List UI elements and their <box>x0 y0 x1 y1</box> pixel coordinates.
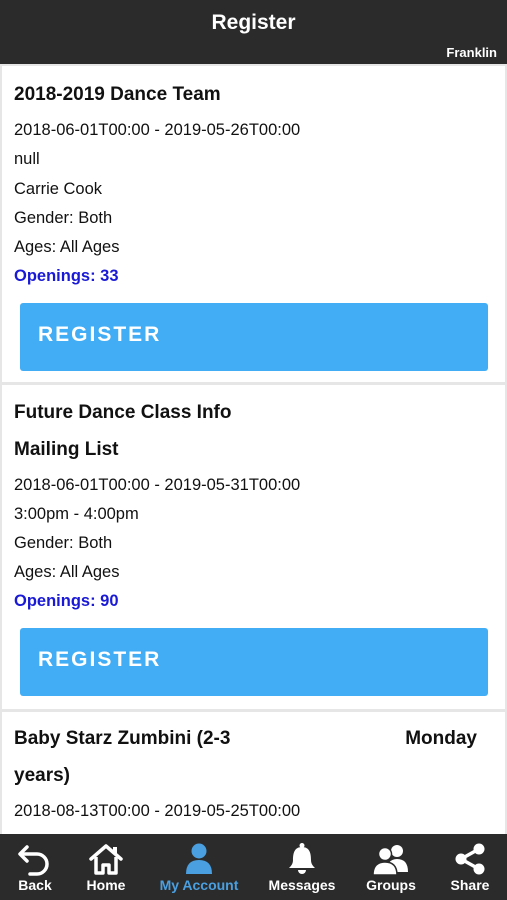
share-icon <box>455 843 485 875</box>
program-day: Monday <box>405 728 477 749</box>
program-list[interactable]: 2018-2019 Dance Team 2018-06-01T00:00 - … <box>0 64 507 834</box>
tab-groups[interactable]: Groups <box>356 834 426 900</box>
tab-share[interactable]: Share <box>440 834 500 900</box>
program-title: Future Dance Class Info <box>14 402 232 423</box>
register-button[interactable]: REGISTER <box>20 628 488 696</box>
bottom-nav: Back Home My Account Messages Groups Sha… <box>0 834 507 900</box>
tab-my-account[interactable]: My Account <box>152 834 246 900</box>
program-card: Future Dance Class Info Mailing List 201… <box>2 385 505 709</box>
program-card: 2018-2019 Dance Team 2018-06-01T00:00 - … <box>2 66 505 382</box>
program-title: Baby Starz Zumbini (2-3 <box>14 728 231 749</box>
program-dates: 2018-06-01T00:00 - 2019-05-26T00:00 <box>14 121 301 139</box>
home-icon <box>89 844 123 875</box>
register-button-label: REGISTER <box>38 323 162 346</box>
program-title-continued: Mailing List <box>14 439 119 460</box>
register-button[interactable]: REGISTER <box>20 303 488 371</box>
page-title: Register <box>211 11 296 34</box>
register-button-label: REGISTER <box>38 648 162 671</box>
tab-messages[interactable]: Messages <box>266 834 338 900</box>
program-openings: Openings: 90 <box>14 592 119 610</box>
back-arrow-icon <box>18 845 49 876</box>
bell-icon <box>289 843 315 874</box>
location-label: Franklin <box>446 45 497 60</box>
groups-icon <box>372 845 408 876</box>
program-ages: Ages: All Ages <box>14 238 120 256</box>
program-title: 2018-2019 Dance Team <box>14 84 221 105</box>
tab-home-label: Home <box>86 877 126 893</box>
program-ages: Ages: All Ages <box>14 563 120 581</box>
tab-back-label: Back <box>18 877 52 893</box>
program-instructor: Carrie Cook <box>14 180 103 198</box>
program-gender: Gender: Both <box>14 209 113 227</box>
tab-share-label: Share <box>450 877 490 893</box>
program-time: 3:00pm - 4:00pm <box>14 505 139 523</box>
program-dates: 2018-08-13T00:00 - 2019-05-25T00:00 <box>14 802 301 820</box>
tab-groups-label: Groups <box>366 877 416 893</box>
program-dates: 2018-06-01T00:00 - 2019-05-31T00:00 <box>14 476 301 494</box>
program-openings: Openings: 33 <box>14 267 119 285</box>
program-gender: Gender: Both <box>14 534 113 552</box>
tab-home[interactable]: Home <box>72 834 140 900</box>
tab-back[interactable]: Back <box>0 834 70 900</box>
tab-messages-label: Messages <box>268 877 336 893</box>
program-title-continued: years) <box>14 765 70 786</box>
tab-my-account-label: My Account <box>159 877 239 893</box>
program-card: Baby Starz Zumbini (2-3 Monday years) 20… <box>2 712 505 834</box>
user-icon <box>186 843 212 874</box>
top-bar: Register Franklin <box>0 0 507 64</box>
program-time: null <box>14 150 40 168</box>
